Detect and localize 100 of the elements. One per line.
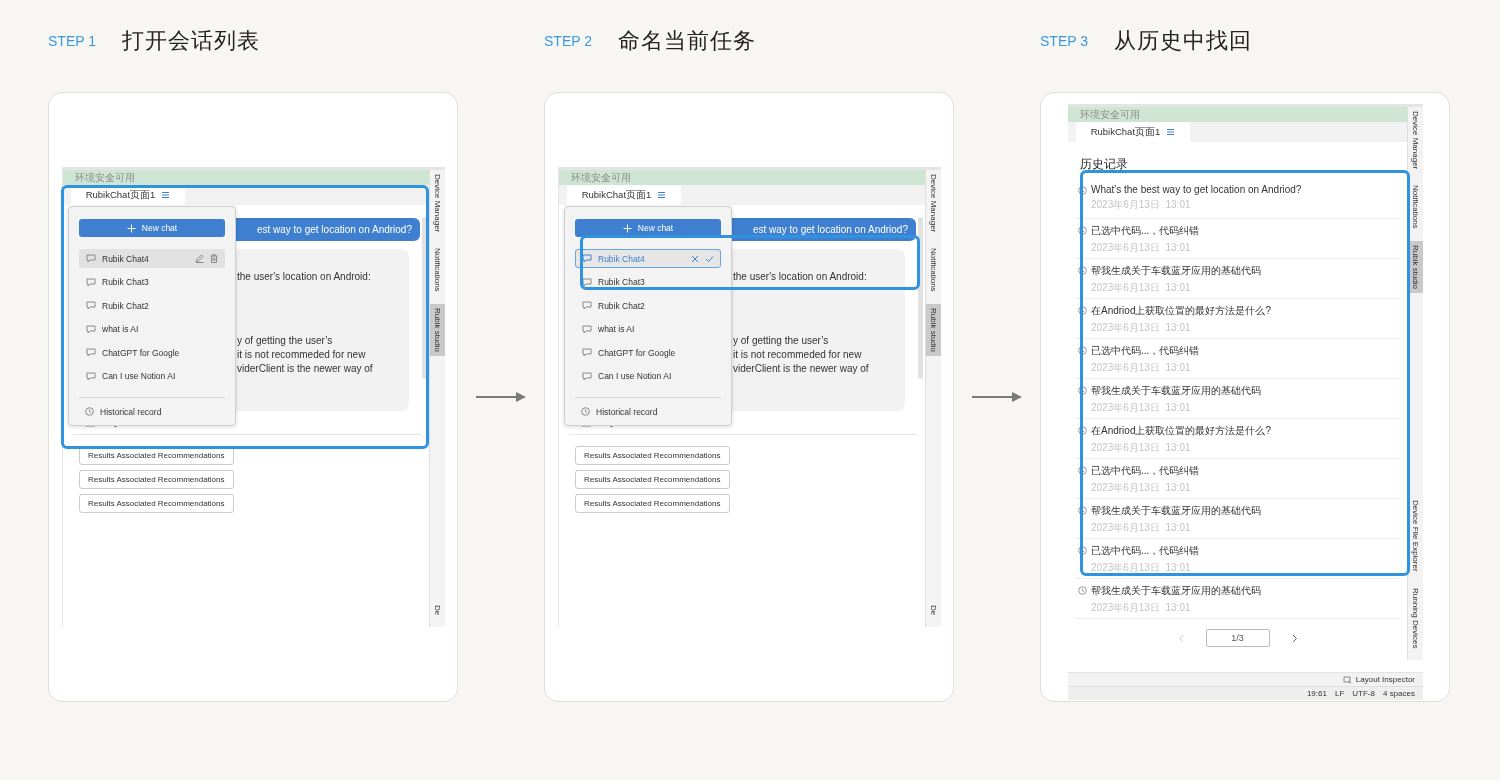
chat-icon bbox=[582, 324, 592, 334]
answer-text: y of getting the user’s it is not recommeded for new viderClient is the newer way of bbox=[237, 334, 374, 376]
chat-icon bbox=[582, 371, 592, 381]
status-item[interactable]: 4 spaces bbox=[1382, 689, 1415, 698]
chevron-right-icon bbox=[1291, 633, 1298, 643]
side-tab[interactable]: Notifications bbox=[430, 244, 445, 296]
history-title: 帮我生成关于车载蓝牙应用的基础代码 bbox=[1091, 584, 1261, 598]
side-tab[interactable]: Device Manager bbox=[1408, 107, 1423, 174]
page-heading: 历史记录 bbox=[1080, 156, 1129, 173]
clock-icon bbox=[581, 407, 590, 416]
history-link[interactable]: Historical record bbox=[79, 406, 225, 417]
chat-list-item[interactable]: what is AI bbox=[575, 319, 721, 339]
inspector-icon bbox=[1342, 675, 1352, 684]
side-tab[interactable]: Device File Explorer bbox=[1408, 495, 1423, 576]
clock-icon bbox=[1078, 506, 1087, 515]
side-tab[interactable]: Notifications bbox=[1408, 181, 1423, 233]
status-banner: 环境安全可用 bbox=[559, 170, 925, 185]
chat-icon bbox=[582, 254, 592, 263]
history-title: 帮我生成关于车载蓝牙应用的基础代码 bbox=[1091, 384, 1261, 398]
rename-field[interactable]: Rubik Chat4 bbox=[575, 249, 721, 268]
status-item[interactable]: LF bbox=[1334, 689, 1345, 698]
status-item[interactable]: UTF-8 bbox=[1352, 689, 1375, 698]
recommendation-button[interactable]: Results Associated Recommendations bbox=[575, 470, 730, 489]
pencil-icon bbox=[195, 254, 204, 263]
page-tab[interactable]: RubikChat页面1 bbox=[567, 185, 681, 205]
clock-icon bbox=[1078, 226, 1087, 235]
side-tab[interactable]: Rubik studio bbox=[430, 303, 445, 356]
clock-icon bbox=[1078, 306, 1087, 315]
side-tab[interactable]: De bbox=[926, 600, 941, 619]
chat-list-item[interactable]: Rubik Chat2 bbox=[79, 296, 225, 315]
trash-icon bbox=[210, 254, 218, 263]
clock-icon bbox=[1078, 466, 1087, 475]
answer-text: the user's location on Android: bbox=[237, 270, 372, 284]
recommendation-button[interactable]: Results Associated Recommendations bbox=[79, 494, 234, 513]
chat-icon bbox=[86, 348, 96, 357]
history-title: 已选中代码...，代码纠错 bbox=[1091, 464, 1200, 478]
check-icon bbox=[705, 254, 714, 263]
tool-window-label[interactable]: Layout Inspector bbox=[1355, 675, 1415, 684]
history-title: What's the best way to get location on Andriod? bbox=[1091, 184, 1302, 195]
side-tab[interactable]: Notifications bbox=[926, 244, 941, 296]
step-title: 命名当前任务 bbox=[618, 27, 756, 55]
clock-icon bbox=[1078, 586, 1087, 595]
clock-icon bbox=[1078, 186, 1087, 195]
chat-icon bbox=[86, 324, 96, 334]
new-chat-button[interactable]: New chat bbox=[79, 219, 225, 237]
answer-text: the user's location on Android: bbox=[733, 270, 868, 284]
chat-list-item[interactable]: Rubik Chat2 bbox=[575, 296, 721, 315]
chat-icon bbox=[86, 301, 96, 310]
chat-list-item[interactable]: ChatGPT for Google bbox=[79, 343, 225, 362]
step-label: STEP 2 bbox=[544, 33, 592, 49]
chat-icon bbox=[582, 348, 592, 357]
history-title: 已选中代码...，代码纠错 bbox=[1091, 544, 1200, 558]
plus-icon bbox=[126, 223, 136, 233]
chat-icon bbox=[86, 371, 96, 381]
chat-icon bbox=[86, 277, 96, 287]
history-link[interactable]: Historical record bbox=[575, 406, 721, 417]
chat-icon bbox=[86, 254, 96, 263]
history-title: 已选中代码...，代码纠错 bbox=[1091, 344, 1200, 358]
chat-icon bbox=[582, 277, 592, 287]
close-icon bbox=[691, 254, 699, 263]
history-title: 帮我生成关于车载蓝牙应用的基础代码 bbox=[1091, 264, 1261, 278]
step-label: STEP 3 bbox=[1040, 33, 1088, 49]
history-title: 已选中代码...，代码纠错 bbox=[1091, 224, 1200, 238]
side-tab[interactable]: Device Manager bbox=[926, 170, 941, 237]
chat-list-item[interactable]: Can I use Notion AI bbox=[79, 366, 225, 386]
page-field[interactable]: 1/3 bbox=[1205, 629, 1270, 647]
recommendation-button[interactable]: Results Associated Recommendations bbox=[575, 446, 730, 465]
status-banner: 环境安全可用 bbox=[1068, 107, 1407, 122]
chat-list-item[interactable]: ChatGPT for Google bbox=[575, 343, 721, 362]
side-tab[interactable]: De bbox=[430, 600, 445, 619]
page-tab[interactable]: RubikChat页面1 bbox=[1076, 122, 1190, 142]
recommendation-button[interactable]: Results Associated Recommendations bbox=[575, 494, 730, 513]
side-tab[interactable]: Device Manager bbox=[430, 170, 445, 237]
scrollbar[interactable] bbox=[422, 217, 427, 379]
arrow-icon bbox=[476, 391, 526, 403]
new-chat-button[interactable]: New chat bbox=[575, 219, 721, 237]
step-title: 打开会话列表 bbox=[122, 27, 260, 55]
chat-icon bbox=[582, 301, 592, 310]
scrollbar[interactable] bbox=[918, 217, 923, 379]
side-tab[interactable]: Rubik studio bbox=[926, 303, 941, 356]
chat-list-item[interactable]: Rubik Chat3 bbox=[575, 272, 721, 292]
chevron-left-icon bbox=[1177, 633, 1184, 643]
chat-list-item[interactable]: Rubik Chat4 bbox=[79, 249, 225, 268]
menu-icon bbox=[1166, 128, 1176, 136]
chat-list-item[interactable]: Rubik Chat3 bbox=[79, 272, 225, 292]
status-item[interactable]: 19:61 bbox=[1306, 689, 1327, 698]
clock-icon bbox=[85, 407, 94, 416]
step-title: 从历史中找回 bbox=[1114, 27, 1252, 55]
step-label: STEP 1 bbox=[48, 33, 96, 49]
clock-icon bbox=[1078, 546, 1087, 555]
clock-icon bbox=[1078, 426, 1087, 435]
clock-icon bbox=[1078, 386, 1087, 395]
recommendation-button[interactable]: Results Associated Recommendations bbox=[79, 470, 234, 489]
side-tab[interactable]: Running Devices bbox=[1408, 583, 1423, 652]
history-title: 在Andriod上获取位置的最好方法是什么? bbox=[1091, 424, 1272, 438]
chat-list-item[interactable]: what is AI bbox=[79, 319, 225, 339]
chat-list-item[interactable]: Can I use Notion AI bbox=[575, 366, 721, 386]
clock-icon bbox=[1078, 346, 1087, 355]
answer-text: y of getting the user’s it is not recommeded for new viderClient is the newer way of bbox=[733, 334, 870, 376]
history-title: 帮我生成关于车载蓝牙应用的基础代码 bbox=[1091, 504, 1261, 518]
